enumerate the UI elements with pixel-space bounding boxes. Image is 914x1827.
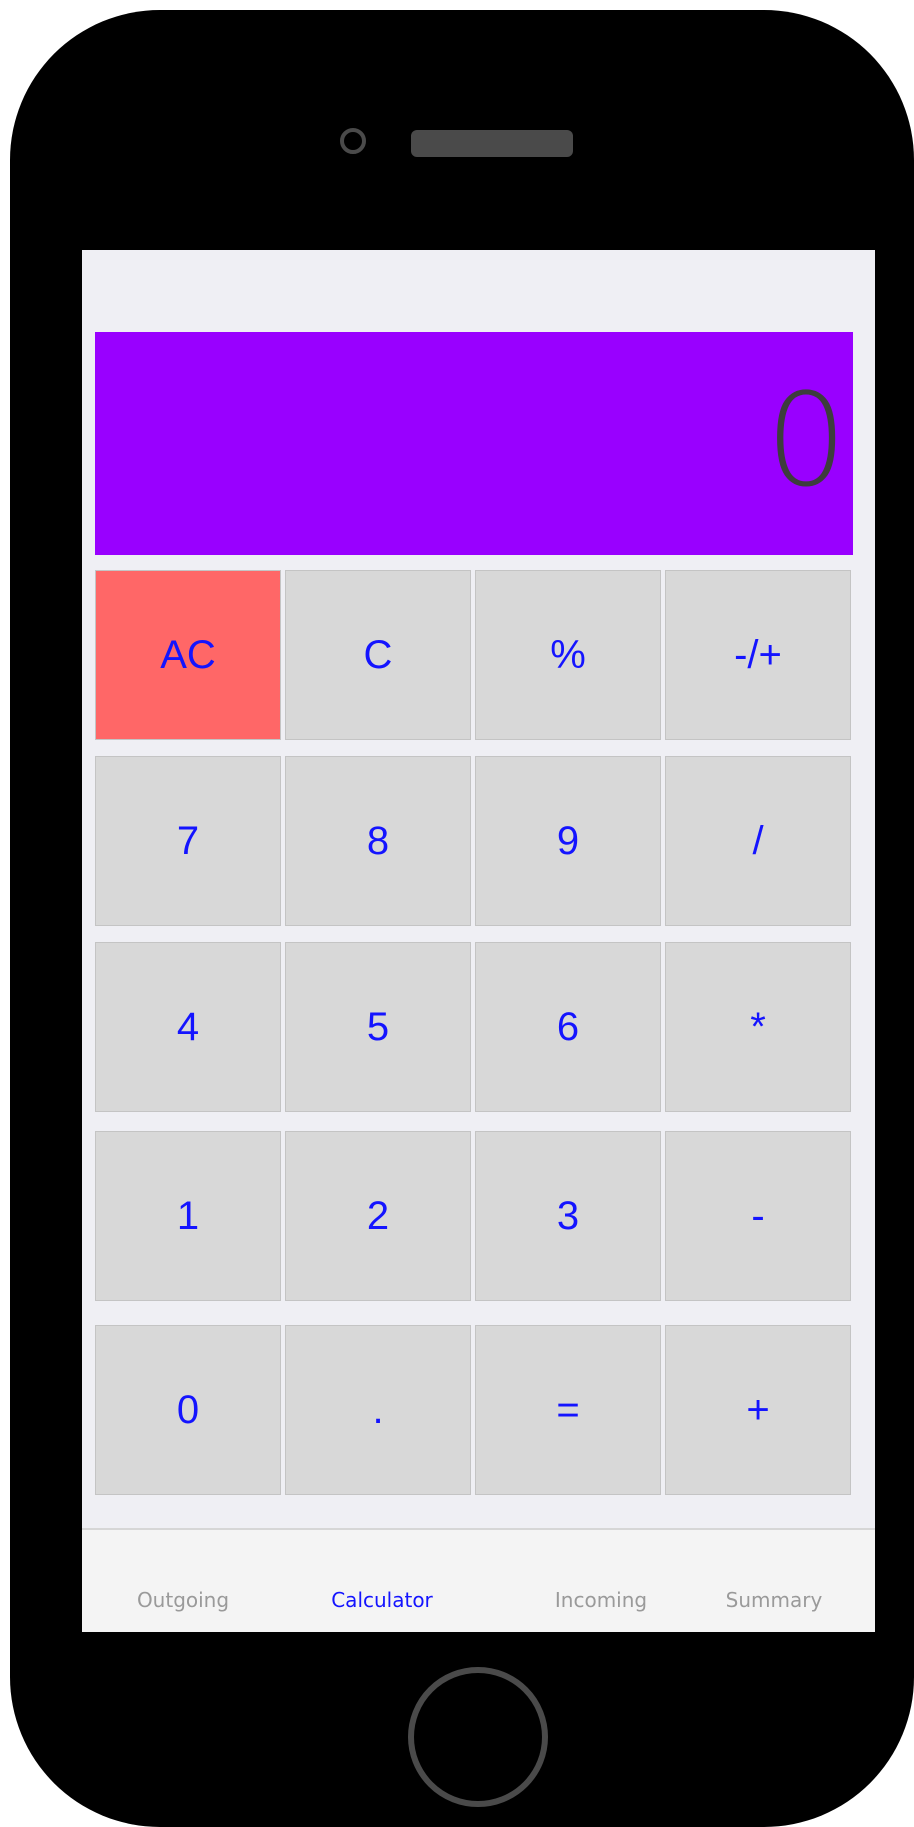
digit-4-button[interactable]: 4 — [95, 942, 281, 1112]
tab-summary[interactable]: Summary — [726, 1588, 823, 1612]
divide-button[interactable]: / — [665, 756, 851, 926]
tab-incoming[interactable]: Incoming — [555, 1588, 647, 1612]
speaker-grille — [411, 130, 573, 157]
digit-1-button[interactable]: 1 — [95, 1131, 281, 1301]
negate-button[interactable]: -/+ — [665, 570, 851, 740]
tab-outgoing[interactable]: Outgoing — [137, 1588, 229, 1612]
subtract-button[interactable]: - — [665, 1131, 851, 1301]
add-button[interactable]: + — [665, 1325, 851, 1495]
all-clear-button[interactable]: AC — [95, 570, 281, 740]
decimal-point-button[interactable]: . — [285, 1325, 471, 1495]
keypad: AC C % -/+ 7 8 9 / 4 5 6 * 1 2 3 - 0 . =… — [95, 570, 857, 1632]
app-screen: 0 AC C % -/+ 7 8 9 / 4 5 6 * 1 2 3 - 0 . — [82, 250, 875, 1632]
digit-8-button[interactable]: 8 — [285, 756, 471, 926]
display-value: 0 — [765, 365, 847, 515]
digit-2-button[interactable]: 2 — [285, 1131, 471, 1301]
calculator-display: 0 — [95, 332, 853, 555]
digit-6-button[interactable]: 6 — [475, 942, 661, 1112]
digit-7-button[interactable]: 7 — [95, 756, 281, 926]
digit-5-button[interactable]: 5 — [285, 942, 471, 1112]
front-camera-icon — [340, 128, 366, 154]
multiply-button[interactable]: * — [665, 942, 851, 1112]
percent-button[interactable]: % — [475, 570, 661, 740]
digit-0-button[interactable]: 0 — [95, 1325, 281, 1495]
bottom-tab-bar: Outgoing Calculator Incoming Summary — [82, 1528, 875, 1632]
clear-button[interactable]: C — [285, 570, 471, 740]
digit-3-button[interactable]: 3 — [475, 1131, 661, 1301]
phone-frame: 0 AC C % -/+ 7 8 9 / 4 5 6 * 1 2 3 - 0 . — [10, 10, 914, 1827]
digit-9-button[interactable]: 9 — [475, 756, 661, 926]
equals-button[interactable]: = — [475, 1325, 661, 1495]
tab-calculator[interactable]: Calculator — [331, 1588, 433, 1612]
home-button[interactable] — [408, 1667, 548, 1807]
